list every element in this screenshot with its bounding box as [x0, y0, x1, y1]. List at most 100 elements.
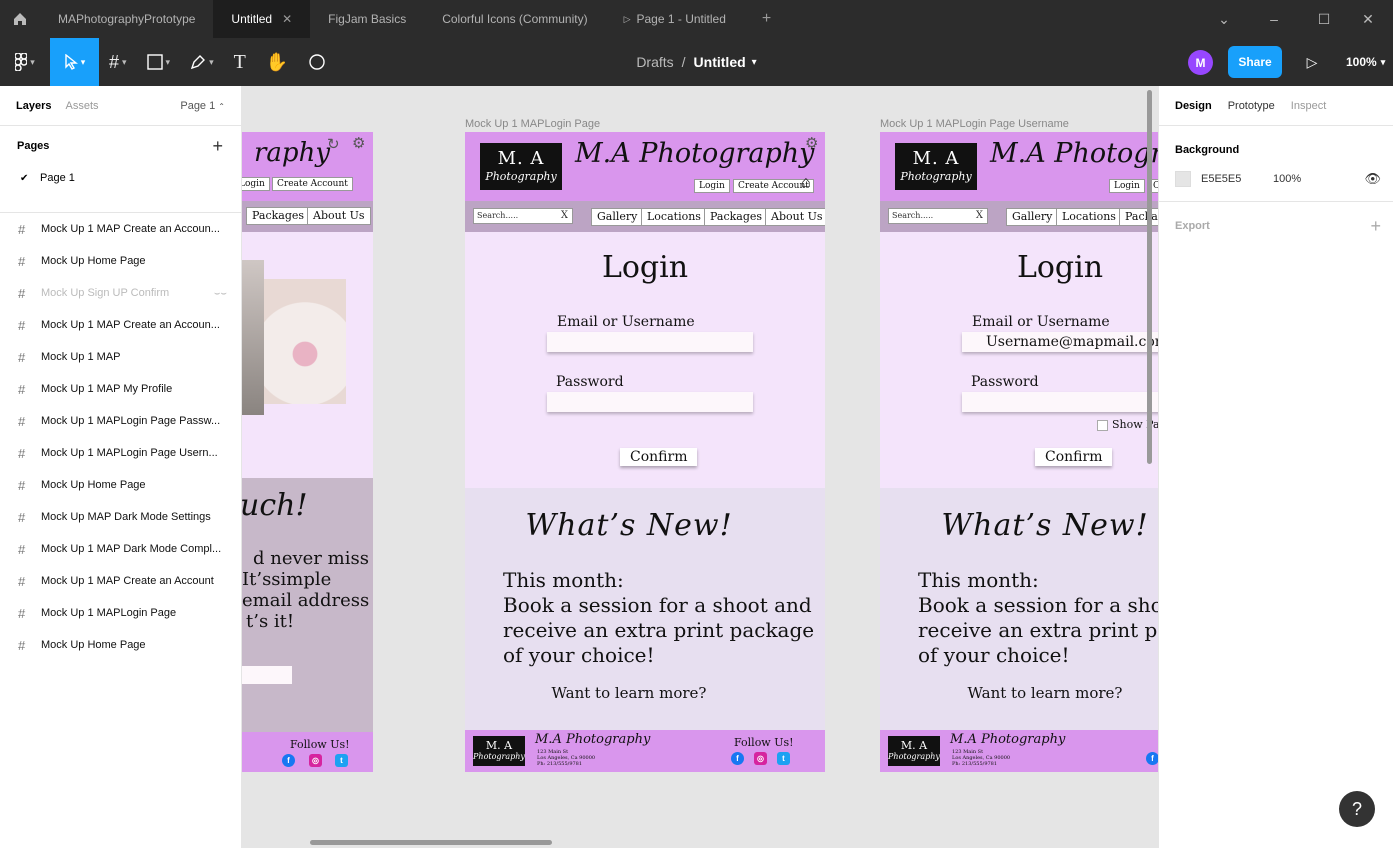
refresh-icon[interactable]: ↻: [327, 135, 340, 153]
file-name[interactable]: Untitled: [694, 54, 746, 70]
layer-item[interactable]: # Mock Up MAP Dark Mode Settings: [0, 501, 241, 533]
home-icon[interactable]: [0, 0, 40, 38]
email-field[interactable]: Username@mapmail.com: [962, 332, 1158, 352]
layer-item[interactable]: # Mock Up 1 MAP: [0, 341, 241, 373]
figma-menu-icon[interactable]: ▾: [0, 38, 50, 86]
maximize-icon[interactable]: ☐: [1299, 0, 1349, 38]
share-button[interactable]: Share: [1228, 46, 1282, 78]
frame-label[interactable]: Mock Up 1 MAPLogin Page: [465, 118, 600, 130]
home-icon[interactable]: ⌂: [801, 174, 811, 192]
gear-icon[interactable]: ⚙: [352, 134, 365, 152]
close-icon[interactable]: ✕: [282, 12, 292, 26]
learn-more-link[interactable]: Want to learn more?: [465, 684, 809, 702]
frame-partial[interactable]: raphy ↻ ⚙ Login Create Account Packages …: [242, 132, 373, 772]
layer-item[interactable]: # Mock Up Home Page: [0, 629, 241, 661]
layer-item[interactable]: # Mock Up 1 MAP Create an Account: [0, 565, 241, 597]
layer-item[interactable]: # Mock Up 1 MAP Create an Accoun...: [0, 309, 241, 341]
layer-item[interactable]: # Mock Up 1 MAPLogin Page Passw...: [0, 405, 241, 437]
confirm-button[interactable]: Confirm: [620, 448, 698, 466]
frame-login-page[interactable]: M. A Photography M.A Photography ⚙ Login …: [465, 132, 825, 772]
login-button[interactable]: Login: [694, 179, 730, 193]
twitter-icon[interactable]: t: [777, 752, 790, 765]
layer-item[interactable]: # Mock Up 1 MAP My Profile: [0, 373, 241, 405]
facebook-icon[interactable]: f: [282, 754, 295, 767]
instagram-icon[interactable]: ◎: [309, 754, 322, 767]
shape-tool-icon[interactable]: ▾: [137, 38, 181, 86]
login-button[interactable]: Login: [1109, 179, 1145, 193]
show-password-checkbox[interactable]: [1097, 420, 1108, 431]
twitter-icon[interactable]: t: [335, 754, 348, 767]
tab-inspect[interactable]: Inspect: [1291, 100, 1326, 112]
pen-tool-icon[interactable]: ▾: [180, 38, 224, 86]
hand-tool-icon[interactable]: ✋: [256, 38, 298, 86]
confirm-button[interactable]: Confirm: [1035, 448, 1113, 466]
tab-assets[interactable]: Assets: [65, 100, 98, 112]
nav-about-us[interactable]: About Us: [307, 207, 371, 225]
nav-packages[interactable]: Packages: [246, 207, 311, 225]
tab-layers[interactable]: Layers: [16, 100, 51, 112]
tab-untitled[interactable]: Untitled ✕: [213, 0, 311, 38]
present-icon[interactable]: ▷: [1300, 50, 1324, 74]
tab-page1-untitled[interactable]: ▷ Page 1 - Untitled: [606, 0, 744, 38]
minimize-icon[interactable]: –: [1249, 0, 1299, 38]
close-icon[interactable]: X: [561, 209, 568, 223]
background-opacity[interactable]: 100%: [1273, 173, 1301, 185]
chevron-down-icon[interactable]: ⌄: [1199, 0, 1249, 38]
search-input[interactable]: Search..... X: [473, 208, 573, 224]
nav-locations[interactable]: Locations: [1056, 208, 1122, 226]
password-field[interactable]: [962, 392, 1158, 412]
breadcrumb-parent[interactable]: Drafts: [636, 54, 673, 70]
layer-item[interactable]: # Mock Up 1 MAP Create an Accoun...: [0, 213, 241, 245]
vertical-scrollbar[interactable]: [1147, 90, 1152, 464]
layer-item[interactable]: # Mock Up 1 MAPLogin Page Usern...: [0, 437, 241, 469]
email-field[interactable]: [242, 666, 292, 684]
frame-tool-icon[interactable]: # ▾: [99, 38, 137, 86]
add-export-icon[interactable]: +: [1370, 216, 1381, 237]
facebook-icon[interactable]: f: [731, 752, 744, 765]
add-page-icon[interactable]: +: [212, 136, 223, 157]
tab-maphotography[interactable]: MAPhotographyPrototype: [40, 0, 213, 38]
frame-label[interactable]: Mock Up 1 MAPLogin Page Username: [880, 118, 1069, 130]
page-selector[interactable]: Page 1 ⌃: [180, 100, 225, 112]
gear-icon[interactable]: ⚙: [805, 134, 818, 152]
email-field[interactable]: [547, 332, 753, 352]
avatar[interactable]: M: [1188, 50, 1213, 75]
create-account-button[interactable]: Create Account: [272, 177, 353, 191]
login-button[interactable]: Login: [242, 177, 270, 191]
help-button[interactable]: ?: [1339, 791, 1375, 827]
layer-item[interactable]: # Mock Up 1 MAP Dark Mode Compl...: [0, 533, 241, 565]
search-input[interactable]: Search..... X: [888, 208, 988, 224]
nav-packages[interactable]: Packages: [1119, 208, 1158, 226]
canvas[interactable]: raphy ↻ ⚙ Login Create Account Packages …: [242, 86, 1158, 848]
page-item[interactable]: ✔ Page 1: [0, 166, 241, 190]
hidden-eye-icon[interactable]: ⌣⌣: [214, 288, 227, 299]
nav-gallery[interactable]: Gallery: [1006, 208, 1059, 226]
nav-locations[interactable]: Locations: [641, 208, 707, 226]
move-tool-icon[interactable]: ▾: [50, 38, 99, 86]
frame-login-username[interactable]: M. APhotography M.A Photography Login Cr…: [880, 132, 1158, 772]
eye-icon[interactable]: 👁: [1364, 171, 1381, 187]
horizontal-scrollbar[interactable]: [310, 840, 552, 845]
instagram-icon[interactable]: ◎: [754, 752, 767, 765]
password-field[interactable]: [547, 392, 753, 412]
tab-colorful-icons[interactable]: Colorful Icons (Community): [424, 0, 605, 38]
nav-gallery[interactable]: Gallery: [591, 208, 644, 226]
facebook-icon[interactable]: f: [1146, 752, 1158, 765]
close-icon[interactable]: X: [976, 209, 983, 223]
zoom-dropdown[interactable]: 100% ▾: [1346, 50, 1385, 74]
layer-item[interactable]: # Mock Up 1 MAPLogin Page: [0, 597, 241, 629]
close-window-icon[interactable]: ✕: [1343, 0, 1393, 38]
color-swatch[interactable]: [1175, 170, 1191, 187]
nav-about-us[interactable]: About Us: [765, 208, 825, 226]
tab-prototype[interactable]: Prototype: [1228, 100, 1275, 112]
text-tool-icon[interactable]: T: [224, 38, 256, 86]
new-tab-button[interactable]: +: [744, 0, 789, 38]
background-hex[interactable]: E5E5E5: [1201, 173, 1273, 185]
tab-design[interactable]: Design: [1175, 100, 1212, 112]
nav-packages[interactable]: Packages: [704, 208, 769, 226]
learn-more-link[interactable]: Want to learn more?: [880, 684, 1158, 702]
layer-item[interactable]: # Mock Up Home Page: [0, 469, 241, 501]
tab-figjam-basics[interactable]: FigJam Basics: [310, 0, 424, 38]
chevron-down-icon[interactable]: ▾: [752, 57, 757, 68]
layer-item[interactable]: # Mock Up Home Page: [0, 245, 241, 277]
